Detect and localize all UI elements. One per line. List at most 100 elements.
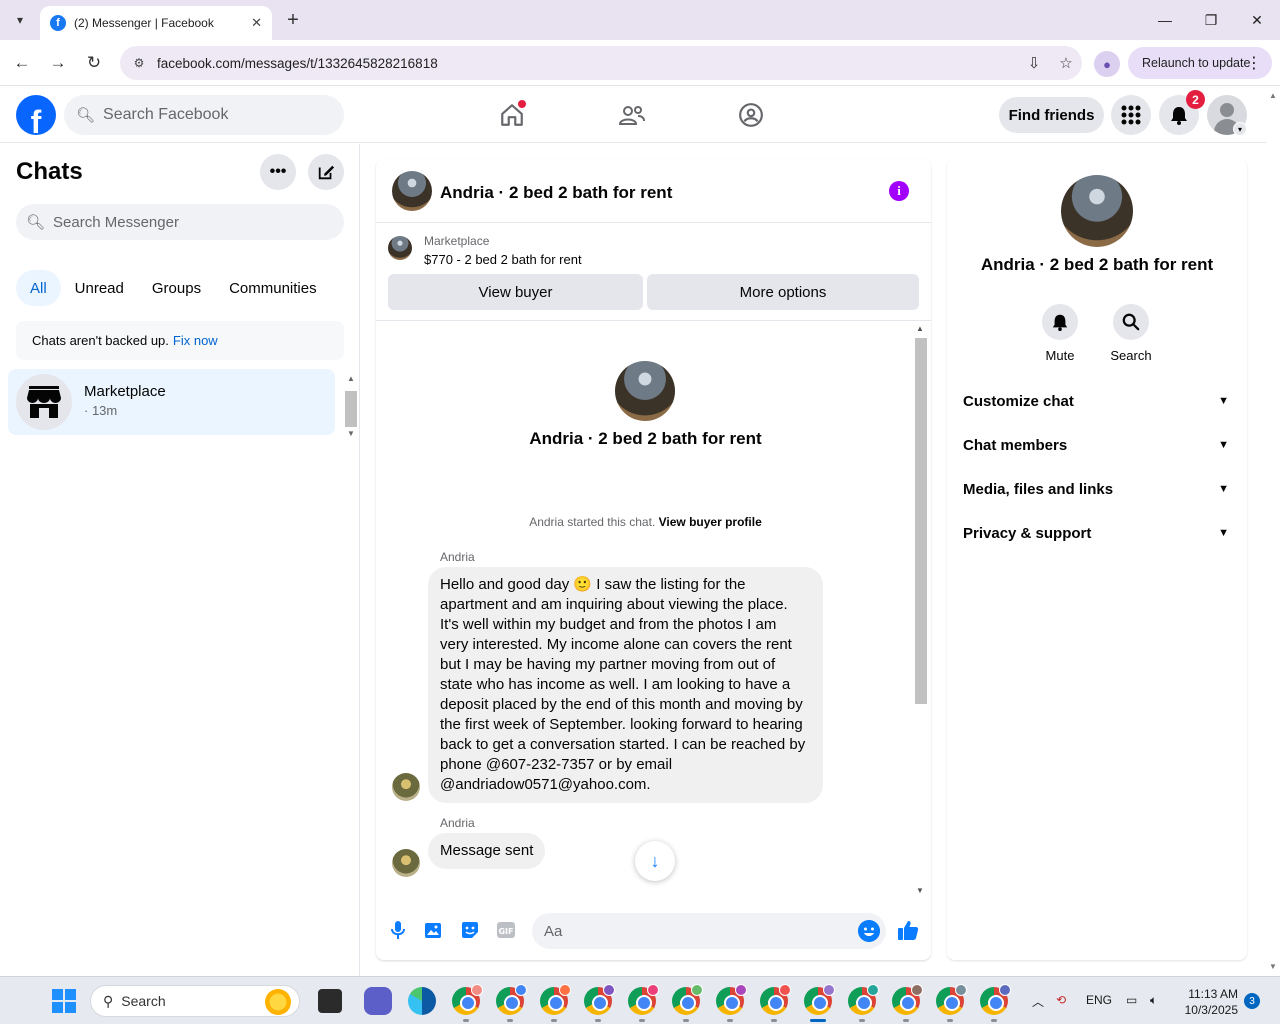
show-hidden-icons-chevron-up-icon[interactable]: ︿ <box>1032 993 1044 1010</box>
filter-groups[interactable]: Groups <box>138 270 215 306</box>
attach-photo-button[interactable] <box>422 918 446 942</box>
edge-browser-icon[interactable] <box>408 987 436 1015</box>
scroll-down-arrow-icon[interactable]: ▼ <box>347 429 355 438</box>
filter-all[interactable]: All <box>16 270 61 306</box>
tab-search-chevron-icon[interactable]: ▾ <box>8 8 32 32</box>
install-app-icon[interactable]: ⇩ <box>1018 54 1050 72</box>
new-message-button[interactable] <box>308 154 344 190</box>
filter-communities[interactable]: Communities <box>215 270 331 306</box>
chrome-profile-icon[interactable] <box>936 984 967 1015</box>
chrome-profile-icon[interactable] <box>452 984 483 1015</box>
input-language[interactable]: ENG <box>1086 993 1112 1007</box>
search-conversation-button[interactable] <box>1113 304 1149 340</box>
account-chevron-down-icon[interactable]: ▾ <box>1233 122 1247 136</box>
scroll-up-arrow-icon[interactable]: ▲ <box>916 324 924 333</box>
chat-members-section[interactable]: Chat members ▼ <box>947 423 1247 467</box>
reload-button[interactable]: ↻ <box>80 50 108 76</box>
chrome-profile-icon[interactable] <box>760 984 791 1015</box>
chat-list-item-marketplace[interactable]: Marketplace · 13m <box>8 369 335 435</box>
find-friends-button[interactable]: Find friends <box>999 97 1104 133</box>
minimize-button[interactable]: — <box>1142 0 1188 40</box>
site-settings-icon[interactable]: ⚙ <box>126 56 152 70</box>
chrome-profile-icon[interactable] <box>848 984 879 1015</box>
home-nav-button[interactable] <box>496 99 528 131</box>
chrome-profile-icon[interactable] <box>672 984 703 1015</box>
chrome-profile-icon[interactable] <box>980 984 1011 1015</box>
voice-clip-button[interactable] <box>386 918 410 942</box>
address-bar[interactable]: ⚙ facebook.com/messages/t/13326458282168… <box>120 46 1082 80</box>
emoji-icon[interactable] <box>858 920 880 942</box>
listing-price-title[interactable]: $770 - 2 bed 2 bath for rent <box>424 252 582 267</box>
customize-chat-section[interactable]: Customize chat ▼ <box>947 379 1247 423</box>
messenger-search-input[interactable] <box>53 213 334 231</box>
page-scrollbar[interactable]: ▲ ▼ <box>1266 87 1280 976</box>
media-files-links-section[interactable]: Media, files and links ▼ <box>947 467 1247 511</box>
message-bubble[interactable]: Hello and good day 🙂 I saw the listing f… <box>428 567 823 803</box>
send-like-button[interactable] <box>896 918 920 942</box>
fix-now-link[interactable]: Fix now <box>173 333 218 348</box>
close-window-button[interactable]: ✕ <box>1234 0 1280 40</box>
taskbar-clock[interactable]: 11:13 AM 10/3/2025 <box>1182 986 1238 1018</box>
conversation-info-icon[interactable]: i <box>889 181 909 201</box>
forward-button[interactable]: → <box>44 50 72 76</box>
facebook-search[interactable]: 🔍︎ <box>64 95 344 135</box>
maximize-button[interactable]: ❐ <box>1188 0 1234 40</box>
tab-close-icon[interactable]: ✕ <box>251 15 262 31</box>
windows-start-icon[interactable] <box>52 989 76 1013</box>
groups-nav-button[interactable] <box>735 99 767 131</box>
privacy-support-section[interactable]: Privacy & support ▼ <box>947 511 1247 555</box>
chrome-profile-icon[interactable] <box>628 984 659 1015</box>
message-bubble[interactable]: Message sent <box>428 833 546 869</box>
sender-avatar[interactable] <box>392 773 420 801</box>
mute-button[interactable] <box>1042 304 1078 340</box>
relaunch-button[interactable]: Relaunch to update ⋮ <box>1128 47 1272 79</box>
sticker-button[interactable] <box>458 918 482 942</box>
scroll-up-arrow-icon[interactable]: ▲ <box>1269 91 1277 100</box>
network-icon[interactable]: ▭ <box>1126 993 1137 1007</box>
gif-button[interactable]: GIF <box>494 918 518 942</box>
task-view-icon[interactable] <box>318 989 342 1013</box>
filter-unread[interactable]: Unread <box>61 270 138 306</box>
scroll-down-arrow-icon[interactable]: ▼ <box>916 886 924 895</box>
chrome-profile-icon-active[interactable] <box>804 984 835 1015</box>
view-buyer-profile-link[interactable]: View buyer profile <box>659 515 762 529</box>
scroll-down-arrow-icon[interactable]: ▼ <box>1269 962 1277 971</box>
view-buyer-button[interactable]: View buyer <box>388 274 643 310</box>
volume-icon[interactable]: 🔈︎ <box>1150 993 1157 1008</box>
scrollbar-thumb[interactable] <box>915 338 927 704</box>
messenger-search[interactable]: 🔍︎ <box>16 204 344 240</box>
new-tab-button[interactable]: + <box>282 8 304 32</box>
listing-photo-avatar[interactable] <box>392 171 432 211</box>
message-thread-scrollbar[interactable]: ▲ ▼ <box>913 324 929 896</box>
notification-center-badge[interactable]: 3 <box>1244 993 1260 1009</box>
sync-alert-icon[interactable]: ⟲ <box>1056 993 1066 1007</box>
chrome-profile-icon[interactable] <box>716 984 747 1015</box>
url-text[interactable]: facebook.com/messages/t/1332645828216818 <box>157 56 1018 71</box>
facebook-logo-icon[interactable]: f <box>16 95 56 135</box>
more-options-button[interactable]: More options <box>647 274 919 310</box>
chat-list-scrollbar[interactable]: ▲ ▼ <box>344 371 358 441</box>
scroll-up-arrow-icon[interactable]: ▲ <box>347 374 355 383</box>
conversation-title[interactable]: Andria · 2 bed 2 bath for rent <box>440 183 672 203</box>
menu-dots-icon[interactable]: ⋮ <box>1246 53 1262 73</box>
teams-icon[interactable] <box>364 987 392 1015</box>
scroll-to-bottom-button[interactable]: ↓ <box>635 841 675 881</box>
profile-icon[interactable]: ● <box>1094 51 1120 77</box>
bookmark-star-icon[interactable]: ☆ <box>1050 54 1082 72</box>
details-avatar[interactable] <box>1061 175 1133 247</box>
sender-avatar[interactable] <box>392 849 420 877</box>
scrollbar-thumb[interactable] <box>345 391 357 427</box>
chrome-profile-icon[interactable] <box>496 984 527 1015</box>
search-action[interactable]: Search <box>1101 304 1161 363</box>
message-input[interactable] <box>532 913 886 949</box>
chat-options-button[interactable]: ••• <box>260 154 296 190</box>
chrome-profile-icon[interactable] <box>584 984 615 1015</box>
mute-action[interactable]: Mute <box>1030 304 1090 363</box>
chrome-profile-icon[interactable] <box>540 984 571 1015</box>
taskbar-search[interactable]: ⚲ Search <box>90 985 300 1017</box>
facebook-search-input[interactable] <box>103 106 324 124</box>
browser-tab-messenger[interactable]: f (2) Messenger | Facebook ✕ <box>40 6 272 40</box>
menu-grid-button[interactable] <box>1111 95 1151 135</box>
friends-nav-button[interactable] <box>616 99 648 131</box>
back-button[interactable]: ← <box>8 50 36 76</box>
